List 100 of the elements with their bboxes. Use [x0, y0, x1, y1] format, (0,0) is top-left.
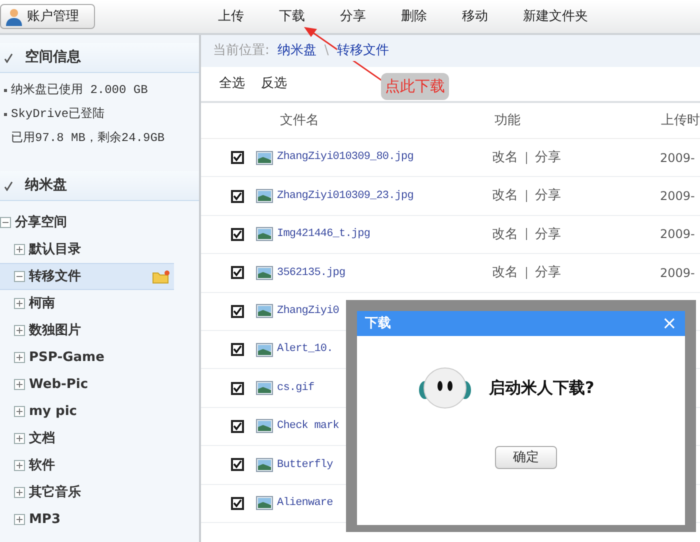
expand-icon[interactable] — [14, 352, 25, 363]
expand-icon[interactable] — [14, 406, 25, 417]
section-title: 空间信息 — [25, 48, 81, 67]
tree-item[interactable]: my pic — [0, 398, 199, 425]
action-link[interactable]: 分享 — [535, 224, 561, 244]
file-name-link[interactable]: ZhangZiyi010309_23.jpg — [277, 188, 492, 204]
date-cell-text: 2009- — [660, 150, 695, 167]
action-link[interactable]: 分享 — [535, 186, 561, 206]
bullet-icon — [4, 112, 7, 116]
check-icon — [233, 153, 242, 162]
check-icon — [4, 180, 13, 190]
toolbar-button[interactable]: 上传 — [218, 6, 244, 26]
bullet-icon — [4, 88, 7, 92]
action-link[interactable]: 改名 — [492, 148, 518, 168]
tree-item[interactable]: MP3 — [0, 506, 199, 533]
annotation-label: 点此下载 — [381, 73, 449, 100]
dialog-title: 下载 — [365, 314, 391, 333]
check-icon — [233, 345, 242, 354]
breadcrumb-link[interactable]: 转移文件 — [336, 41, 389, 61]
tree-item[interactable]: 数独图片 — [0, 317, 199, 344]
tree-label: 软件 — [29, 456, 55, 475]
image-file-icon — [256, 496, 273, 510]
tree-item[interactable]: 转移文件 — [0, 263, 174, 290]
selection-button[interactable]: 全选 — [219, 74, 245, 94]
action-link[interactable]: 改名 — [492, 224, 518, 244]
tree-label: 其它音乐 — [29, 484, 81, 502]
image-file-icon — [256, 189, 273, 204]
check-icon — [233, 230, 242, 239]
expand-icon[interactable] — [14, 460, 25, 471]
checkbox[interactable] — [231, 343, 244, 356]
column-header: 上传时 — [661, 112, 700, 130]
tree-label: 数独图片 — [29, 322, 81, 340]
expand-icon[interactable] — [14, 298, 25, 309]
expand-icon[interactable] — [14, 325, 25, 336]
checkbox[interactable] — [231, 151, 244, 164]
collapse-icon[interactable] — [14, 271, 25, 282]
checkbox[interactable] — [231, 496, 244, 510]
action-link[interactable]: 分享 — [535, 148, 561, 168]
account-button[interactable]: 账户管理 — [0, 4, 95, 29]
file-name-link[interactable]: ZhangZiyi010309_80.jpg — [277, 149, 492, 166]
tree-item[interactable]: 软件 — [0, 452, 199, 479]
tree-item[interactable]: 分享空间 — [0, 209, 199, 236]
file-name-link[interactable]: Img421446_t.jpg — [277, 226, 492, 243]
tree-label: MP3 — [29, 510, 61, 529]
info-text: 纳米盘已使用 2.000 GB — [11, 82, 148, 99]
folder-icon — [152, 270, 170, 284]
collapse-icon[interactable] — [0, 217, 11, 228]
tree-label: 转移文件 — [29, 268, 81, 286]
expand-icon[interactable] — [14, 379, 25, 390]
tree-item[interactable]: PSP-Game — [0, 344, 199, 371]
file-name-link[interactable]: 3562135.jpg — [277, 264, 492, 282]
breadcrumb-separator: \ — [324, 42, 329, 60]
toolbar-button[interactable]: 移动 — [462, 6, 488, 26]
user-icon — [5, 8, 23, 26]
checkbox[interactable] — [231, 190, 244, 203]
checkbox[interactable] — [231, 228, 244, 241]
image-file-icon — [256, 150, 273, 165]
robot-head-icon — [417, 366, 473, 410]
tree-item[interactable]: 其它音乐 — [0, 479, 199, 506]
check-icon — [233, 306, 242, 316]
image-file-icon — [256, 342, 273, 357]
column-header: 功能 — [494, 112, 522, 130]
checkbox[interactable] — [231, 382, 244, 395]
toolbar-button[interactable]: 删除 — [401, 6, 427, 26]
expand-icon[interactable] — [14, 433, 25, 444]
checkbox[interactable] — [231, 420, 244, 433]
toolbar-button[interactable]: 新建文件夹 — [523, 6, 588, 26]
toolbar-button[interactable]: 分享 — [340, 6, 366, 26]
action-link[interactable]: 改名 — [492, 263, 518, 283]
checkbox[interactable] — [231, 304, 244, 318]
toolbar-button[interactable]: 下载 — [279, 6, 305, 26]
image-file-icon — [256, 458, 273, 472]
tree-item[interactable]: Web-Pic — [0, 371, 199, 398]
info-text: 已用97.8 MB，剩余24.9GB — [11, 130, 165, 147]
image-file-icon — [256, 227, 273, 242]
expand-icon[interactable] — [14, 487, 25, 498]
expand-icon[interactable] — [14, 514, 25, 525]
column-header: 文件名 — [280, 112, 320, 130]
section-title: 纳米盘 — [25, 176, 67, 195]
expand-icon[interactable] — [14, 244, 25, 255]
tree-item[interactable]: 柯南 — [0, 290, 199, 317]
check-icon — [4, 52, 13, 62]
date-cell-text: 2009- — [660, 264, 695, 282]
selection-button[interactable]: 反选 — [261, 74, 287, 94]
checkbox[interactable] — [231, 458, 244, 472]
check-icon — [233, 422, 242, 431]
action-link[interactable]: 改名 — [492, 186, 518, 206]
tree-label: 分享空间 — [15, 214, 67, 232]
tree-label: 柯南 — [29, 294, 55, 313]
checkbox[interactable] — [231, 266, 244, 280]
tree-item[interactable]: 默认目录 — [0, 236, 199, 263]
check-icon — [233, 460, 242, 470]
action-link[interactable]: 分享 — [535, 263, 561, 283]
date-cell-text: 2009- — [660, 226, 695, 244]
confirm-button[interactable]: 确定 — [495, 446, 557, 469]
date-cell-text: 2009- — [660, 188, 695, 206]
check-icon — [233, 498, 242, 508]
check-icon — [233, 268, 242, 278]
tree-label: 文档 — [29, 430, 55, 448]
tree-item[interactable]: 文档 — [0, 425, 199, 452]
